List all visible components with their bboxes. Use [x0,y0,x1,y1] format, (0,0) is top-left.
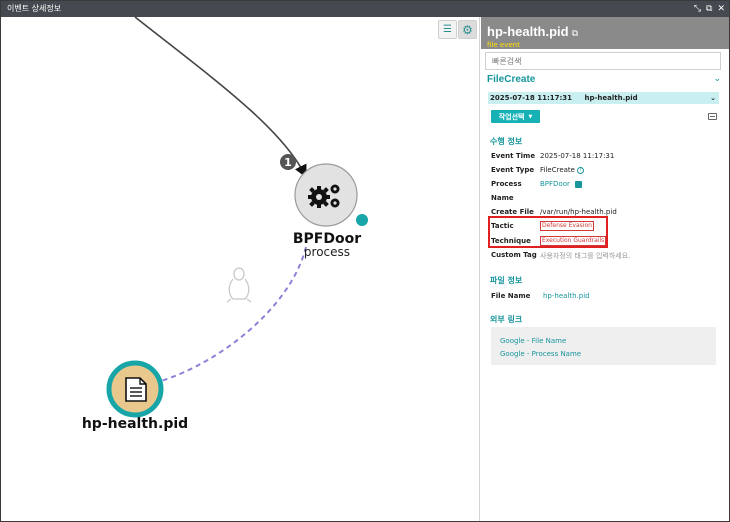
custom-tag-input[interactable]: 사용자정의 태그를 입력하세요. [540,251,630,261]
event-detail-window: 이벤트 상세정보 ⤡ ⧉ ✕ 1 ☰ ⚙ BPFDoor process hp-… [0,0,730,522]
settings-button[interactable]: ⚙ [458,20,477,39]
event-time-value: 2025-07-18 11:17:31 [540,152,615,160]
custom-tag-label: Custom Tag [491,251,537,259]
process-link[interactable]: BPFDoor [540,180,570,188]
execution-info-title: 수행 정보 [490,137,523,146]
document-icon [125,377,147,402]
edge-order-badge-label: 1 [284,156,292,169]
panel-subtitle: file event [487,41,520,49]
create-file-value: /var/run/hp-health.pid [540,208,617,216]
list-view-button[interactable]: ☰ [438,20,457,39]
list-view-icon: ☰ [443,24,452,35]
process-value-wrap: BPFDoor [540,180,582,188]
technique-label: Technique [491,237,531,245]
caret-down-icon: ▼ [528,113,533,120]
detail-panel: hp-health.pid⧉ file event FileCreate ⌄ 2… [481,17,729,521]
event-select[interactable]: 2025-07-18 11:17:31 hp-health.pid ⌄ [488,92,719,104]
technique-value-wrap: Execution Guardrails [540,236,607,246]
chevron-down-icon[interactable]: ⌄ [713,74,721,84]
event-type-heading: FileCreate [487,74,536,85]
expand-icon[interactable]: ⤡ [694,1,701,17]
process-label: Process [491,180,522,188]
event-type-label: Event Type [491,166,535,174]
gear-icon: ⚙ [462,22,473,37]
file-node-label: hp-health.pid [82,416,188,432]
edit-icon[interactable] [574,180,582,188]
create-file-label: Create File [491,208,534,216]
external-links-box: Google - File Name Google - Process Name [491,327,716,365]
select-chevron-icon: ⌄ [710,94,716,102]
incoming-edge[interactable] [134,17,307,178]
node-status-dot[interactable] [356,214,368,226]
event-type-value-wrap: FileCreate? [540,166,584,174]
panel-header: hp-health.pid ⧉ file event [481,17,729,49]
external-link-icon[interactable]: ⧉ [572,29,578,39]
graph-canvas[interactable]: 1 ☰ ⚙ BPFDoor process hp-health.pid [1,17,480,521]
popout-icon[interactable]: ⧉ [706,1,712,17]
print-icon[interactable] [708,113,717,120]
linux-icon [226,267,252,303]
name-label: Name [491,194,514,202]
event-select-name: hp-health.pid [584,94,638,102]
action-select-button[interactable]: 작업선택 ▼ [491,110,540,123]
event-type-value: FileCreate [540,166,575,174]
graph-svg: 1 [106,17,368,418]
technique-tag[interactable]: Execution Guardrails [540,236,607,246]
tactic-label: Tactic [491,222,514,230]
file-name-label: File Name [491,292,531,300]
external-links-title: 외부 링크 [490,315,523,324]
window-titlebar: 이벤트 상세정보 ⤡ ⧉ ✕ [1,1,729,17]
panel-title: hp-health.pid [487,24,569,39]
file-node-name: hp-health.pid [81,416,189,432]
event-time-label: Event Time [491,152,536,160]
help-icon[interactable]: ? [576,166,584,174]
process-node-label: BPFDoor process [293,231,361,259]
dashed-edge[interactable] [160,246,307,382]
action-select-label: 작업선택 [498,112,525,121]
google-file-name-link[interactable]: Google - File Name [500,337,566,345]
google-process-name-link[interactable]: Google - Process Name [500,350,581,358]
tactic-value-wrap: Defense Evasion [540,221,594,231]
window-controls: ⤡ ⧉ ✕ [694,1,725,17]
file-info-title: 파일 정보 [490,276,523,285]
window-title: 이벤트 상세정보 [7,4,62,13]
close-icon[interactable]: ✕ [717,1,725,17]
event-select-time: 2025-07-18 11:17:31 [490,94,573,102]
tactic-tag[interactable]: Defense Evasion [540,221,594,231]
quick-search-input[interactable] [485,52,721,70]
file-name-link[interactable]: hp-health.pid [543,292,590,300]
process-node-type: process [303,245,351,259]
